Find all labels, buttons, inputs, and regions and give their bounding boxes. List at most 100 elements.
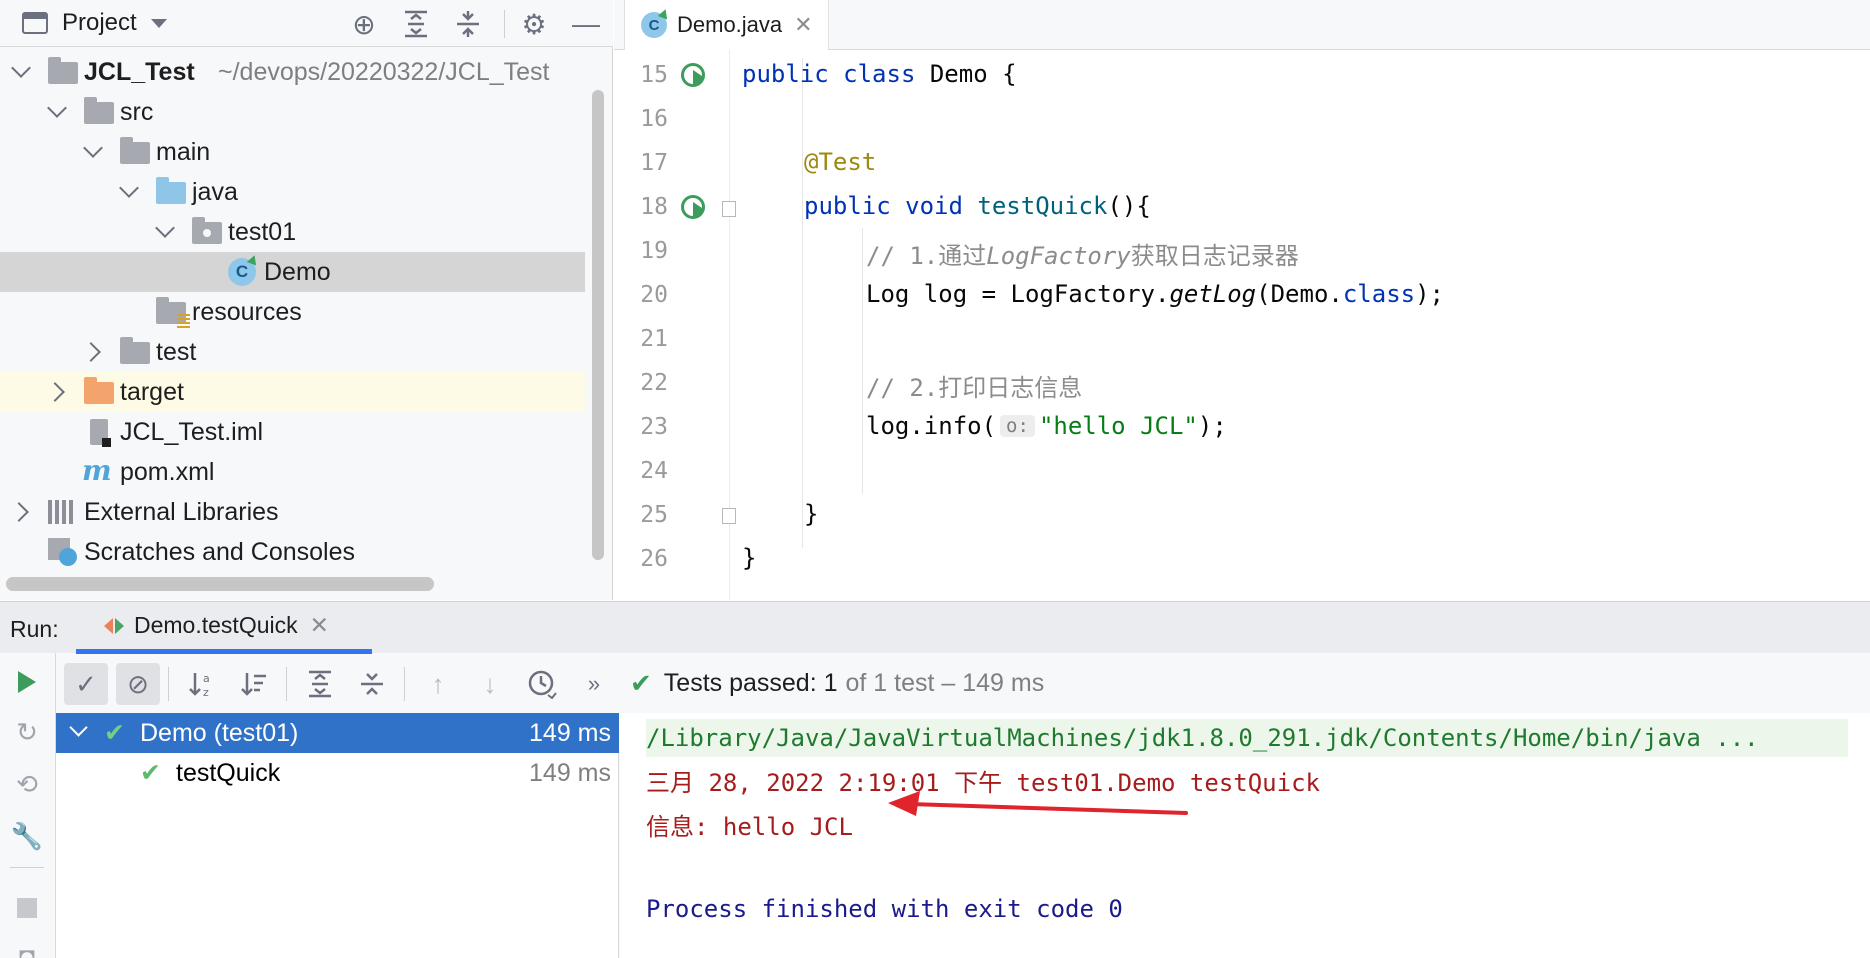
horizontal-scrollbar[interactable] [6, 577, 434, 591]
line-number: 24 [640, 458, 668, 484]
toolbar-separator [286, 667, 287, 701]
code-line-23[interactable]: log.info(o: "hello JCL"); [866, 412, 1227, 440]
vertical-scrollbar[interactable] [592, 90, 604, 560]
header-divider [504, 10, 505, 38]
show-ignored-icon[interactable]: ⊘ [116, 663, 160, 705]
check-icon: ✔ [630, 668, 652, 698]
tab-label: Demo.java [677, 12, 783, 37]
tree-item-iml[interactable]: JCL_Test.iml [0, 412, 585, 452]
toggle-auto-test-icon[interactable]: ⟲ [12, 769, 42, 799]
chevron-right-icon[interactable] [81, 342, 101, 362]
tree-item-label: test01 [228, 217, 297, 246]
tree-item-label: main [156, 137, 211, 166]
arrow-down-icon[interactable]: ↓ [468, 663, 512, 705]
rerun-icon[interactable] [12, 667, 42, 697]
module-folder-icon [48, 57, 78, 84]
expand-all-icon[interactable] [298, 663, 342, 705]
tree-item-pom[interactable]: m pom.xml [0, 452, 585, 492]
tree-item-main[interactable]: main [0, 132, 585, 172]
fold-icon[interactable] [722, 508, 736, 524]
tree-item-label: Scratches and Consoles [84, 537, 355, 566]
side-divider [10, 867, 44, 868]
tree-item-demo[interactable]: C Demo [0, 252, 585, 292]
test-results-tree: ✔ Demo (test01) 149 ms ✔ testQuick 149 m… [56, 713, 619, 958]
expand-all-icon[interactable] [400, 8, 432, 40]
stop-icon[interactable] [12, 893, 42, 923]
chevron-down-icon[interactable] [69, 718, 88, 737]
editor-gutter: 15 16 17 18 19 20 21 22 23 24 25 26 [614, 50, 736, 600]
code-line-25[interactable]: } [804, 500, 818, 528]
console-output[interactable]: /Library/Java/JavaVirtualMachines/jdk1.8… [620, 713, 1870, 958]
tests-status: ✔ Tests passed: 1 of 1 test – 149 ms [630, 668, 1044, 699]
scratches-icon [48, 538, 78, 566]
chevron-down-icon[interactable] [155, 218, 175, 238]
collapse-all-icon[interactable] [452, 8, 484, 40]
project-tool-window: Project ⊕ ⚙ — JCL_Test ~/devops/20220322… [0, 0, 613, 600]
show-passed-icon[interactable]: ✓ [64, 663, 108, 705]
code-line-20[interactable]: Log log = LogFactory.getLog(Demo.class); [866, 280, 1444, 308]
tree-item-target[interactable]: target [0, 372, 585, 412]
tree-item-label: pom.xml [120, 457, 215, 486]
indent-guide [802, 58, 803, 548]
close-icon[interactable]: ✕ [310, 612, 329, 639]
code-line-19[interactable]: // 1.通过LogFactory获取日志记录器 [866, 236, 1299, 271]
tab-demo-testquick[interactable]: Demo.testQuick ✕ [76, 602, 372, 654]
resources-folder-icon [156, 297, 190, 328]
code-line-15[interactable]: public class Demo { [742, 60, 1017, 88]
test-toolbar: ✓ ⊘ az ↑ ↓ » ✔ Tests passed: 1 of 1 test… [56, 653, 1870, 713]
code-line-18[interactable]: public void testQuick(){ [804, 192, 1151, 220]
chevron-down-icon[interactable] [83, 138, 103, 158]
chevron-right-icon[interactable] [45, 382, 65, 402]
module-file-icon [90, 419, 111, 447]
history-icon[interactable] [520, 663, 564, 705]
code-line-17[interactable]: @Test [804, 148, 876, 176]
tree-item-test01[interactable]: test01 [0, 212, 585, 252]
wrench-icon[interactable]: 🔧 [11, 821, 43, 851]
chevron-down-icon[interactable] [47, 98, 67, 118]
chevron-down-icon[interactable] [119, 178, 139, 198]
tree-item-jcl-test[interactable]: JCL_Test ~/devops/20220322/JCL_Test [0, 52, 585, 92]
tree-item-scratches[interactable]: Scratches and Consoles [0, 532, 585, 572]
line-number: 18 [640, 194, 668, 220]
rerun-failed-icon[interactable]: ↻ [12, 717, 42, 747]
tree-item-path-hint: ~/devops/20220322/JCL_Test [218, 57, 550, 86]
project-window-icon [22, 12, 48, 34]
library-icon [48, 500, 76, 524]
chevron-down-icon[interactable] [150, 18, 167, 28]
run-tool-window: Run: Demo.testQuick ✕ ↻ ⟲ 🔧 ◘ ✓ ⊘ az ↑ ↓… [0, 601, 1870, 958]
run-test-icon[interactable] [681, 195, 705, 219]
test-case-row[interactable]: ✔ testQuick 149 ms [56, 753, 619, 793]
collapse-all-icon[interactable] [350, 663, 394, 705]
fold-icon[interactable] [722, 201, 736, 217]
project-title: Project [62, 9, 137, 36]
line-number: 15 [640, 62, 668, 88]
chevron-down-icon[interactable] [11, 58, 31, 78]
more-actions-icon[interactable]: » [572, 663, 616, 705]
camera-icon[interactable]: ◘ [12, 941, 42, 958]
tree-item-external-libraries[interactable]: External Libraries [0, 492, 585, 532]
arrow-up-icon[interactable]: ↑ [416, 663, 460, 705]
tree-item-label: target [120, 377, 184, 406]
sort-alphabetically-icon[interactable]: az [180, 663, 224, 705]
tab-demo-java[interactable]: C Demo.java ✕ [624, 0, 829, 50]
close-icon[interactable]: ✕ [794, 12, 812, 38]
minimize-icon[interactable]: — [570, 8, 602, 40]
test-suite-row[interactable]: ✔ Demo (test01) 149 ms [56, 713, 619, 753]
gear-icon[interactable]: ⚙ [518, 8, 550, 40]
project-view-selector[interactable]: Project [22, 8, 167, 38]
tree-item-java[interactable]: java [0, 172, 585, 212]
run-class-icon[interactable] [681, 63, 705, 87]
indent-guide [862, 228, 863, 494]
tree-item-resources[interactable]: resources [0, 292, 585, 332]
chevron-right-icon[interactable] [9, 502, 29, 522]
tree-item-src[interactable]: src [0, 92, 585, 132]
line-number: 17 [640, 150, 668, 176]
crosshair-icon[interactable]: ⊕ [348, 8, 380, 40]
tree-item-label: JCL_Test.iml [120, 417, 264, 446]
code-line-26[interactable]: } [742, 544, 756, 572]
tree-item-label: java [192, 177, 238, 206]
tree-item-test[interactable]: test [0, 332, 585, 372]
line-number: 21 [640, 326, 668, 352]
sort-by-duration-icon[interactable] [232, 663, 276, 705]
code-line-22[interactable]: // 2.打印日志信息 [866, 368, 1082, 403]
